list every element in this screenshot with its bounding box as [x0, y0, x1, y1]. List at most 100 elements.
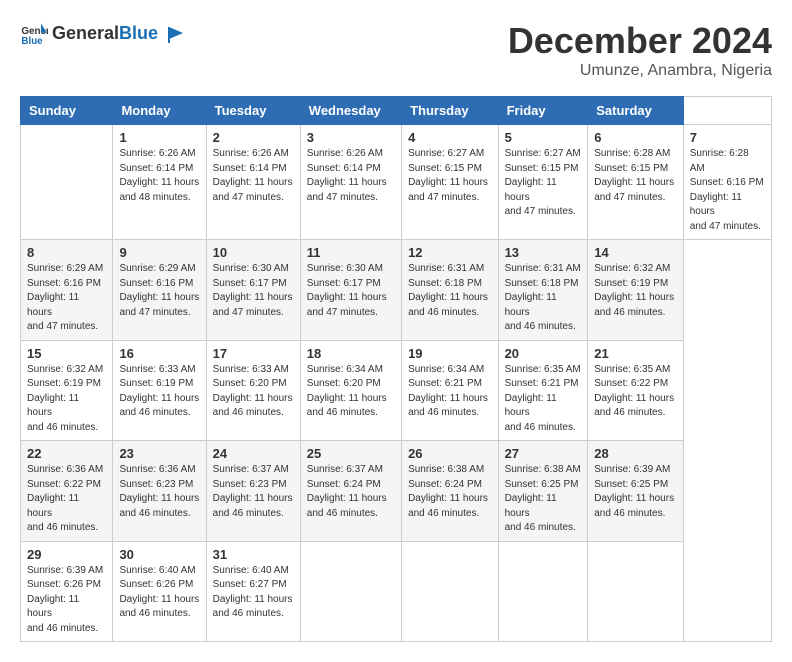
- calendar-day-cell: 8 Sunrise: 6:29 AMSunset: 6:16 PMDaylight…: [21, 240, 113, 341]
- day-number: 25: [307, 446, 395, 461]
- day-number: 28: [594, 446, 677, 461]
- svg-text:Blue: Blue: [21, 36, 43, 47]
- calendar-day-cell: 5 Sunrise: 6:27 AMSunset: 6:15 PMDaylight…: [498, 125, 588, 240]
- weekday-header-tuesday: Tuesday: [206, 97, 300, 125]
- calendar-table: SundayMondayTuesdayWednesdayThursdayFrid…: [20, 96, 772, 642]
- logo-text-general: General: [52, 23, 119, 43]
- calendar-day-cell: 20 Sunrise: 6:35 AMSunset: 6:21 PMDayligh…: [498, 340, 588, 441]
- location: Umunze, Anambra, Nigeria: [508, 62, 772, 80]
- day-info: Sunrise: 6:39 AMSunset: 6:25 PMDaylight:…: [594, 463, 677, 521]
- calendar-day-cell: 13 Sunrise: 6:31 AMSunset: 6:18 PMDayligh…: [498, 240, 588, 341]
- day-info: Sunrise: 6:28 AMSunset: 6:16 PMDaylight:…: [690, 147, 765, 234]
- empty-cell: [21, 125, 113, 240]
- calendar-day-cell: 24Sunrise: 6:37 AMSunset: 6:23 PMDayligh…: [206, 441, 300, 542]
- weekday-header-sunday: Sunday: [21, 97, 113, 125]
- day-number: 29: [27, 547, 106, 562]
- calendar-day-cell: 30 Sunrise: 6:40 AMSunset: 6:26 PMDayligh…: [113, 541, 206, 642]
- weekday-header-monday: Monday: [113, 97, 206, 125]
- calendar-day-cell: 2Sunrise: 6:26 AMSunset: 6:14 PMDaylight…: [206, 125, 300, 240]
- day-number: 18: [307, 346, 395, 361]
- calendar-day-cell: 3 Sunrise: 6:26 AMSunset: 6:14 PMDaylight…: [300, 125, 401, 240]
- calendar-day-cell: 22 Sunrise: 6:36 AMSunset: 6:22 PMDayligh…: [21, 441, 113, 542]
- calendar-day-cell: 21Sunrise: 6:35 AMSunset: 6:22 PMDayligh…: [588, 340, 684, 441]
- day-number: 1: [119, 130, 199, 145]
- weekday-header-thursday: Thursday: [402, 97, 499, 125]
- day-info: Sunrise: 6:33 AMSunset: 6:19 PMDaylight:…: [119, 363, 199, 421]
- day-number: 5: [505, 130, 582, 145]
- day-number: 20: [505, 346, 582, 361]
- calendar-day-cell: 10Sunrise: 6:30 AMSunset: 6:17 PMDayligh…: [206, 240, 300, 341]
- calendar-day-cell: 25Sunrise: 6:37 AMSunset: 6:24 PMDayligh…: [300, 441, 401, 542]
- day-info: Sunrise: 6:34 AMSunset: 6:21 PMDaylight:…: [408, 363, 492, 421]
- day-info: Sunrise: 6:35 AMSunset: 6:21 PMDaylight:…: [505, 363, 582, 436]
- month-title: December 2024: [508, 20, 772, 62]
- logo-text-blue: Blue: [119, 23, 158, 43]
- day-number: 15: [27, 346, 106, 361]
- calendar-day-cell: 9Sunrise: 6:29 AMSunset: 6:16 PMDaylight…: [113, 240, 206, 341]
- day-info: Sunrise: 6:26 AMSunset: 6:14 PMDaylight:…: [307, 147, 395, 205]
- calendar-day-cell: 18Sunrise: 6:34 AMSunset: 6:20 PMDayligh…: [300, 340, 401, 441]
- calendar-day-cell: 19 Sunrise: 6:34 AMSunset: 6:21 PMDayligh…: [402, 340, 499, 441]
- weekday-header-wednesday: Wednesday: [300, 97, 401, 125]
- day-number: 14: [594, 245, 677, 260]
- day-info: Sunrise: 6:31 AMSunset: 6:18 PMDaylight:…: [505, 262, 582, 335]
- calendar-day-cell: 15 Sunrise: 6:32 AMSunset: 6:19 PMDayligh…: [21, 340, 113, 441]
- calendar-day-cell: [498, 541, 588, 642]
- day-number: 27: [505, 446, 582, 461]
- day-number: 19: [408, 346, 492, 361]
- calendar-day-cell: 1 Sunrise: 6:26 AMSunset: 6:14 PMDaylight…: [113, 125, 206, 240]
- calendar-day-cell: 26 Sunrise: 6:38 AMSunset: 6:24 PMDayligh…: [402, 441, 499, 542]
- calendar-day-cell: 4Sunrise: 6:27 AMSunset: 6:15 PMDaylight…: [402, 125, 499, 240]
- day-number: 26: [408, 446, 492, 461]
- day-info: Sunrise: 6:32 AMSunset: 6:19 PMDaylight:…: [27, 363, 106, 436]
- day-number: 10: [213, 245, 294, 260]
- calendar-day-cell: [588, 541, 684, 642]
- day-number: 8: [27, 245, 106, 260]
- day-number: 12: [408, 245, 492, 260]
- day-info: Sunrise: 6:38 AMSunset: 6:24 PMDaylight:…: [408, 463, 492, 521]
- calendar-week-row: 1 Sunrise: 6:26 AMSunset: 6:14 PMDaylight…: [21, 125, 772, 240]
- day-number: 22: [27, 446, 106, 461]
- day-number: 9: [119, 245, 199, 260]
- day-info: Sunrise: 6:40 AMSunset: 6:26 PMDaylight:…: [119, 564, 199, 622]
- calendar-header-row: SundayMondayTuesdayWednesdayThursdayFrid…: [21, 97, 772, 125]
- day-info: Sunrise: 6:33 AMSunset: 6:20 PMDaylight:…: [213, 363, 294, 421]
- logo-flag-icon: [165, 25, 185, 45]
- day-number: 17: [213, 346, 294, 361]
- calendar-day-cell: 12Sunrise: 6:31 AMSunset: 6:18 PMDayligh…: [402, 240, 499, 341]
- day-info: Sunrise: 6:36 AMSunset: 6:23 PMDaylight:…: [119, 463, 199, 521]
- calendar-day-cell: 16Sunrise: 6:33 AMSunset: 6:19 PMDayligh…: [113, 340, 206, 441]
- calendar-day-cell: 28 Sunrise: 6:39 AMSunset: 6:25 PMDayligh…: [588, 441, 684, 542]
- day-info: Sunrise: 6:30 AMSunset: 6:17 PMDaylight:…: [307, 262, 395, 320]
- calendar-day-cell: 6 Sunrise: 6:28 AMSunset: 6:15 PMDaylight…: [588, 125, 684, 240]
- title-block: December 2024 Umunze, Anambra, Nigeria: [508, 20, 772, 80]
- day-number: 13: [505, 245, 582, 260]
- day-number: 21: [594, 346, 677, 361]
- calendar-day-cell: 27Sunrise: 6:38 AMSunset: 6:25 PMDayligh…: [498, 441, 588, 542]
- weekday-header-friday: Friday: [498, 97, 588, 125]
- day-info: Sunrise: 6:32 AMSunset: 6:19 PMDaylight:…: [594, 262, 677, 320]
- calendar-day-cell: 29Sunrise: 6:39 AMSunset: 6:26 PMDayligh…: [21, 541, 113, 642]
- day-number: 2: [213, 130, 294, 145]
- day-number: 30: [119, 547, 199, 562]
- calendar-day-cell: 11 Sunrise: 6:30 AMSunset: 6:17 PMDayligh…: [300, 240, 401, 341]
- day-info: Sunrise: 6:26 AMSunset: 6:14 PMDaylight:…: [119, 147, 199, 205]
- calendar-day-cell: 17 Sunrise: 6:33 AMSunset: 6:20 PMDayligh…: [206, 340, 300, 441]
- day-number: 3: [307, 130, 395, 145]
- calendar-day-cell: [402, 541, 499, 642]
- day-info: Sunrise: 6:29 AMSunset: 6:16 PMDaylight:…: [27, 262, 106, 335]
- day-number: 31: [213, 547, 294, 562]
- day-info: Sunrise: 6:36 AMSunset: 6:22 PMDaylight:…: [27, 463, 106, 536]
- day-info: Sunrise: 6:28 AMSunset: 6:15 PMDaylight:…: [594, 147, 677, 205]
- day-number: 11: [307, 245, 395, 260]
- day-info: Sunrise: 6:40 AMSunset: 6:27 PMDaylight:…: [213, 564, 294, 622]
- calendar-day-cell: 31 Sunrise: 6:40 AMSunset: 6:27 PMDayligh…: [206, 541, 300, 642]
- calendar-day-cell: 23Sunrise: 6:36 AMSunset: 6:23 PMDayligh…: [113, 441, 206, 542]
- calendar-week-row: 15 Sunrise: 6:32 AMSunset: 6:19 PMDayligh…: [21, 340, 772, 441]
- calendar-day-cell: [300, 541, 401, 642]
- calendar-day-cell: 7Sunrise: 6:28 AMSunset: 6:16 PMDaylight…: [683, 125, 771, 240]
- calendar-week-row: 22 Sunrise: 6:36 AMSunset: 6:22 PMDayligh…: [21, 441, 772, 542]
- calendar-day-cell: 14 Sunrise: 6:32 AMSunset: 6:19 PMDayligh…: [588, 240, 684, 341]
- day-number: 6: [594, 130, 677, 145]
- day-info: Sunrise: 6:27 AMSunset: 6:15 PMDaylight:…: [505, 147, 582, 220]
